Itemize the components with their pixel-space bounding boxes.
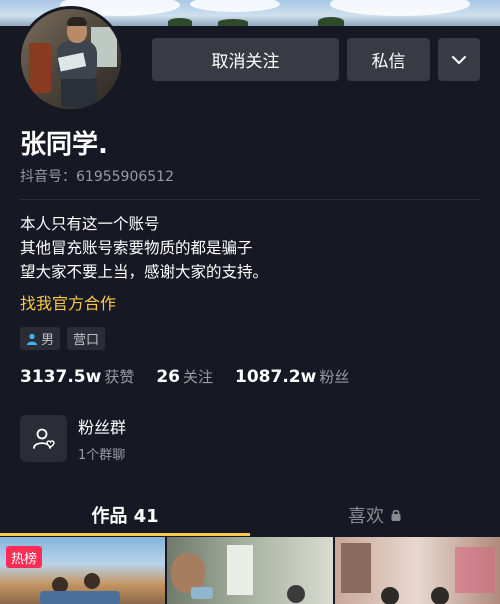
profile-name: 张同学. xyxy=(20,130,108,160)
divider xyxy=(20,199,480,200)
chevron-down-icon xyxy=(452,55,466,64)
profile-bio: 本人只有这一个账号 其他冒充账号索要物质的都是骗子 望大家不要上当，感谢大家的支… xyxy=(20,212,268,284)
location-label: 营口 xyxy=(73,333,100,348)
fans-group-subtitle: 1个群聊 xyxy=(78,448,126,463)
fans-group-icon-box xyxy=(20,415,67,462)
bio-line: 望大家不要上当，感谢大家的支持。 xyxy=(20,263,269,281)
gender-tag: 男 xyxy=(20,327,61,350)
avatar[interactable] xyxy=(18,6,124,112)
stat-following[interactable]: 26 关注 xyxy=(156,366,213,387)
stat-following-value: 26 xyxy=(156,367,180,387)
douyin-id: 抖音号：61955906512 xyxy=(20,169,174,185)
video-thumbnail[interactable] xyxy=(334,537,500,604)
fans-group-entry[interactable]: 粉丝群 1个群聊 xyxy=(20,414,126,463)
tab-likes[interactable]: 喜欢 xyxy=(250,494,500,536)
stat-followers-value: 1087.2w xyxy=(235,367,317,387)
profile-tags: 男 营口 xyxy=(20,327,106,350)
lock-icon xyxy=(391,510,401,521)
group-heart-icon xyxy=(32,428,55,449)
bio-line: 其他冒充账号索要物质的都是骗子 xyxy=(20,239,253,257)
official-collab-link[interactable]: 找我官方合作 xyxy=(20,290,116,314)
fans-group-title: 粉丝群 xyxy=(78,418,127,437)
stat-following-label: 关注 xyxy=(183,368,214,386)
stat-followers-label: 粉丝 xyxy=(319,368,350,386)
more-button[interactable] xyxy=(438,38,480,81)
tab-works[interactable]: 作品 41 xyxy=(0,494,250,536)
message-button[interactable]: 私信 xyxy=(347,38,430,81)
video-thumbnail[interactable]: 热榜 xyxy=(0,537,166,604)
video-thumbnail[interactable] xyxy=(167,537,333,604)
stat-likes-label: 获赞 xyxy=(104,368,135,386)
hot-badge: 热榜 xyxy=(6,546,43,568)
video-grid: 热榜 xyxy=(0,537,500,604)
stat-likes-value: 3137.5w xyxy=(20,367,102,387)
content-tabs: 作品 41 喜欢 xyxy=(0,494,500,536)
bio-line: 本人只有这一个账号 xyxy=(20,215,160,233)
gender-label: 男 xyxy=(41,333,55,348)
profile-stats: 3137.5w 获赞 26 关注 1087.2w 粉丝 xyxy=(20,366,349,387)
tab-active-indicator xyxy=(0,533,250,536)
male-icon xyxy=(27,333,37,345)
stat-likes: 3137.5w 获赞 xyxy=(20,366,134,387)
unfollow-button[interactable]: 取消关注 xyxy=(152,38,339,81)
stat-followers[interactable]: 1087.2w 粉丝 xyxy=(235,366,349,387)
location-tag: 营口 xyxy=(67,327,106,350)
tab-likes-label: 喜欢 xyxy=(348,506,384,527)
